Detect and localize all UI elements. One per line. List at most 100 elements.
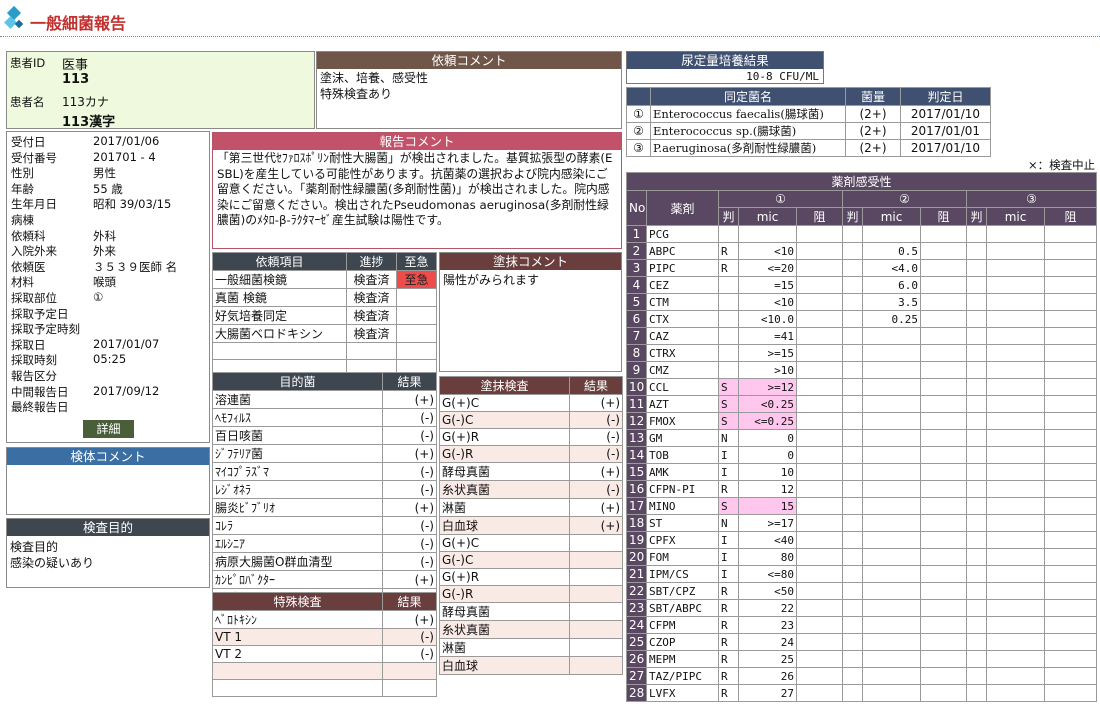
report-comment-header: 報告コメント: [213, 133, 621, 150]
mic-2: [862, 633, 921, 651]
judge-2: [842, 565, 863, 583]
request-comment-panel: 依頼コメント 塗沫、培養、感受性 特殊検査あり: [316, 51, 622, 129]
smear-row: G(+)R: [439, 568, 623, 586]
judge-1: [718, 310, 739, 328]
smear-result: (-): [569, 445, 623, 463]
sub-header-judge: 判: [718, 207, 739, 226]
smear-name: G(-)R: [439, 445, 570, 463]
request-status: 検査済: [346, 288, 397, 307]
judge-2: [842, 446, 863, 464]
request-row: 真菌 検鏡 検査済: [212, 288, 437, 307]
mic-3: [986, 395, 1045, 413]
judge-1: R: [718, 650, 739, 668]
mic-2: [862, 582, 921, 600]
judge-2: [842, 582, 863, 600]
zone-2: [920, 650, 967, 668]
info-label: 病棟: [11, 213, 34, 227]
drug-no: 28: [626, 684, 647, 702]
judge-1: I: [718, 446, 739, 464]
judge-1: N: [718, 514, 739, 532]
mic-3: [986, 293, 1045, 311]
drug-no: 10: [626, 378, 647, 396]
drug-no: 17: [626, 497, 647, 515]
smear-name: G(-)C: [439, 411, 570, 429]
zone-3: [1043, 378, 1098, 396]
judge-3: [966, 446, 987, 464]
judge-3: [966, 259, 987, 277]
target-name: ｺﾚﾗ: [212, 516, 383, 535]
drug-name: ST: [646, 514, 719, 532]
request-row: 好気培養同定 検査済: [212, 306, 437, 325]
drug-no: 8: [626, 344, 647, 362]
drug-name: AZT: [646, 395, 719, 413]
info-label: 報告区分: [11, 369, 57, 383]
zone-2: [920, 293, 967, 311]
judge-1: I: [718, 463, 739, 481]
zone-1: [796, 633, 843, 651]
zone-2: [920, 616, 967, 634]
request-status: 検査済: [346, 270, 397, 289]
smear-result: (+): [569, 498, 623, 517]
judge-1: [718, 293, 739, 311]
target-name: ﾚｼﾞｵﾈﾗ: [212, 480, 383, 499]
zone-2: [920, 548, 967, 566]
smear-name: G(+)C: [439, 534, 570, 552]
judge-1: I: [718, 531, 739, 549]
judge-2: [842, 599, 863, 617]
organism-row: ② Enterococcus sp.(腸球菌) (2+) 2017/01/01: [626, 122, 991, 140]
info-label: 依頼科: [11, 228, 46, 243]
judge-3: [966, 310, 987, 328]
drug-row: 13 GM N 0: [626, 429, 1098, 447]
judge-1: R: [718, 582, 739, 600]
drug-no: 6: [626, 310, 647, 328]
judge-1: [718, 361, 739, 379]
request-item: 大腸菌ベロドキシン: [212, 324, 347, 343]
info-label: 依頼医: [11, 259, 46, 274]
drug-row: 15 AMK I 10: [626, 463, 1098, 481]
mic-3: [986, 446, 1045, 464]
smear-result: (+): [569, 462, 623, 481]
drug-name: CAZ: [646, 327, 719, 345]
judge-3: [966, 293, 987, 311]
drug-row: 10 CCL S >=12: [626, 378, 1098, 396]
zone-2: [920, 514, 967, 532]
drug-no: 2: [626, 242, 647, 260]
zone-3: [1043, 429, 1098, 447]
judge-3: [966, 650, 987, 668]
report-comment-panel: 報告コメント 「第三世代ｾﾌｧﾛｽﾎﾟﾘﾝ耐性大腸菌」が検出されました。基質拡張…: [212, 132, 622, 249]
mic-3: [986, 310, 1045, 328]
purpose-header: 検査目的: [7, 519, 209, 536]
smear-result-header: 結果: [569, 376, 623, 395]
zone-1: [796, 429, 843, 447]
mic-1: <10: [738, 242, 797, 260]
judge-1: [718, 344, 739, 362]
mic-3: [986, 276, 1045, 294]
smear-name: G(-)C: [439, 551, 570, 569]
organism-date: 2017/01/10: [900, 105, 991, 123]
judge-1: I: [718, 548, 739, 566]
drug-name: CMZ: [646, 361, 719, 379]
drug-no: 7: [626, 327, 647, 345]
mic-1: 23: [738, 616, 797, 634]
request-items-table: 依頼項目 進捗 至急 一般細菌検鏡 検査済 至急 真菌 検鏡 検査済 好気培養同定 検査済大…: [212, 252, 437, 377]
mic-1: <40: [738, 531, 797, 549]
info-label: 入院外来: [11, 244, 57, 259]
target-row: 溶連菌 (+): [212, 390, 437, 409]
patient-box: 患者ID 医事 113 患者名 113カナ 113漢字: [6, 51, 315, 130]
organism-date-header: 判定日: [900, 87, 991, 106]
detail-button[interactable]: 詳細: [83, 420, 134, 438]
request-status: 検査済: [346, 324, 397, 343]
judge-2: [842, 242, 863, 260]
zone-1: [796, 242, 843, 260]
request-item: [212, 342, 347, 360]
zone-2: [920, 327, 967, 345]
sub-header-zone: 阻: [796, 207, 843, 226]
drug-no: 4: [626, 276, 647, 294]
zone-2: [920, 633, 967, 651]
judge-2: [842, 310, 863, 328]
drug-name: CTRX: [646, 344, 719, 362]
zone-2: [920, 446, 967, 464]
special-result: (+): [382, 610, 437, 629]
drug-name: CFPM: [646, 616, 719, 634]
judge-3: [966, 276, 987, 294]
